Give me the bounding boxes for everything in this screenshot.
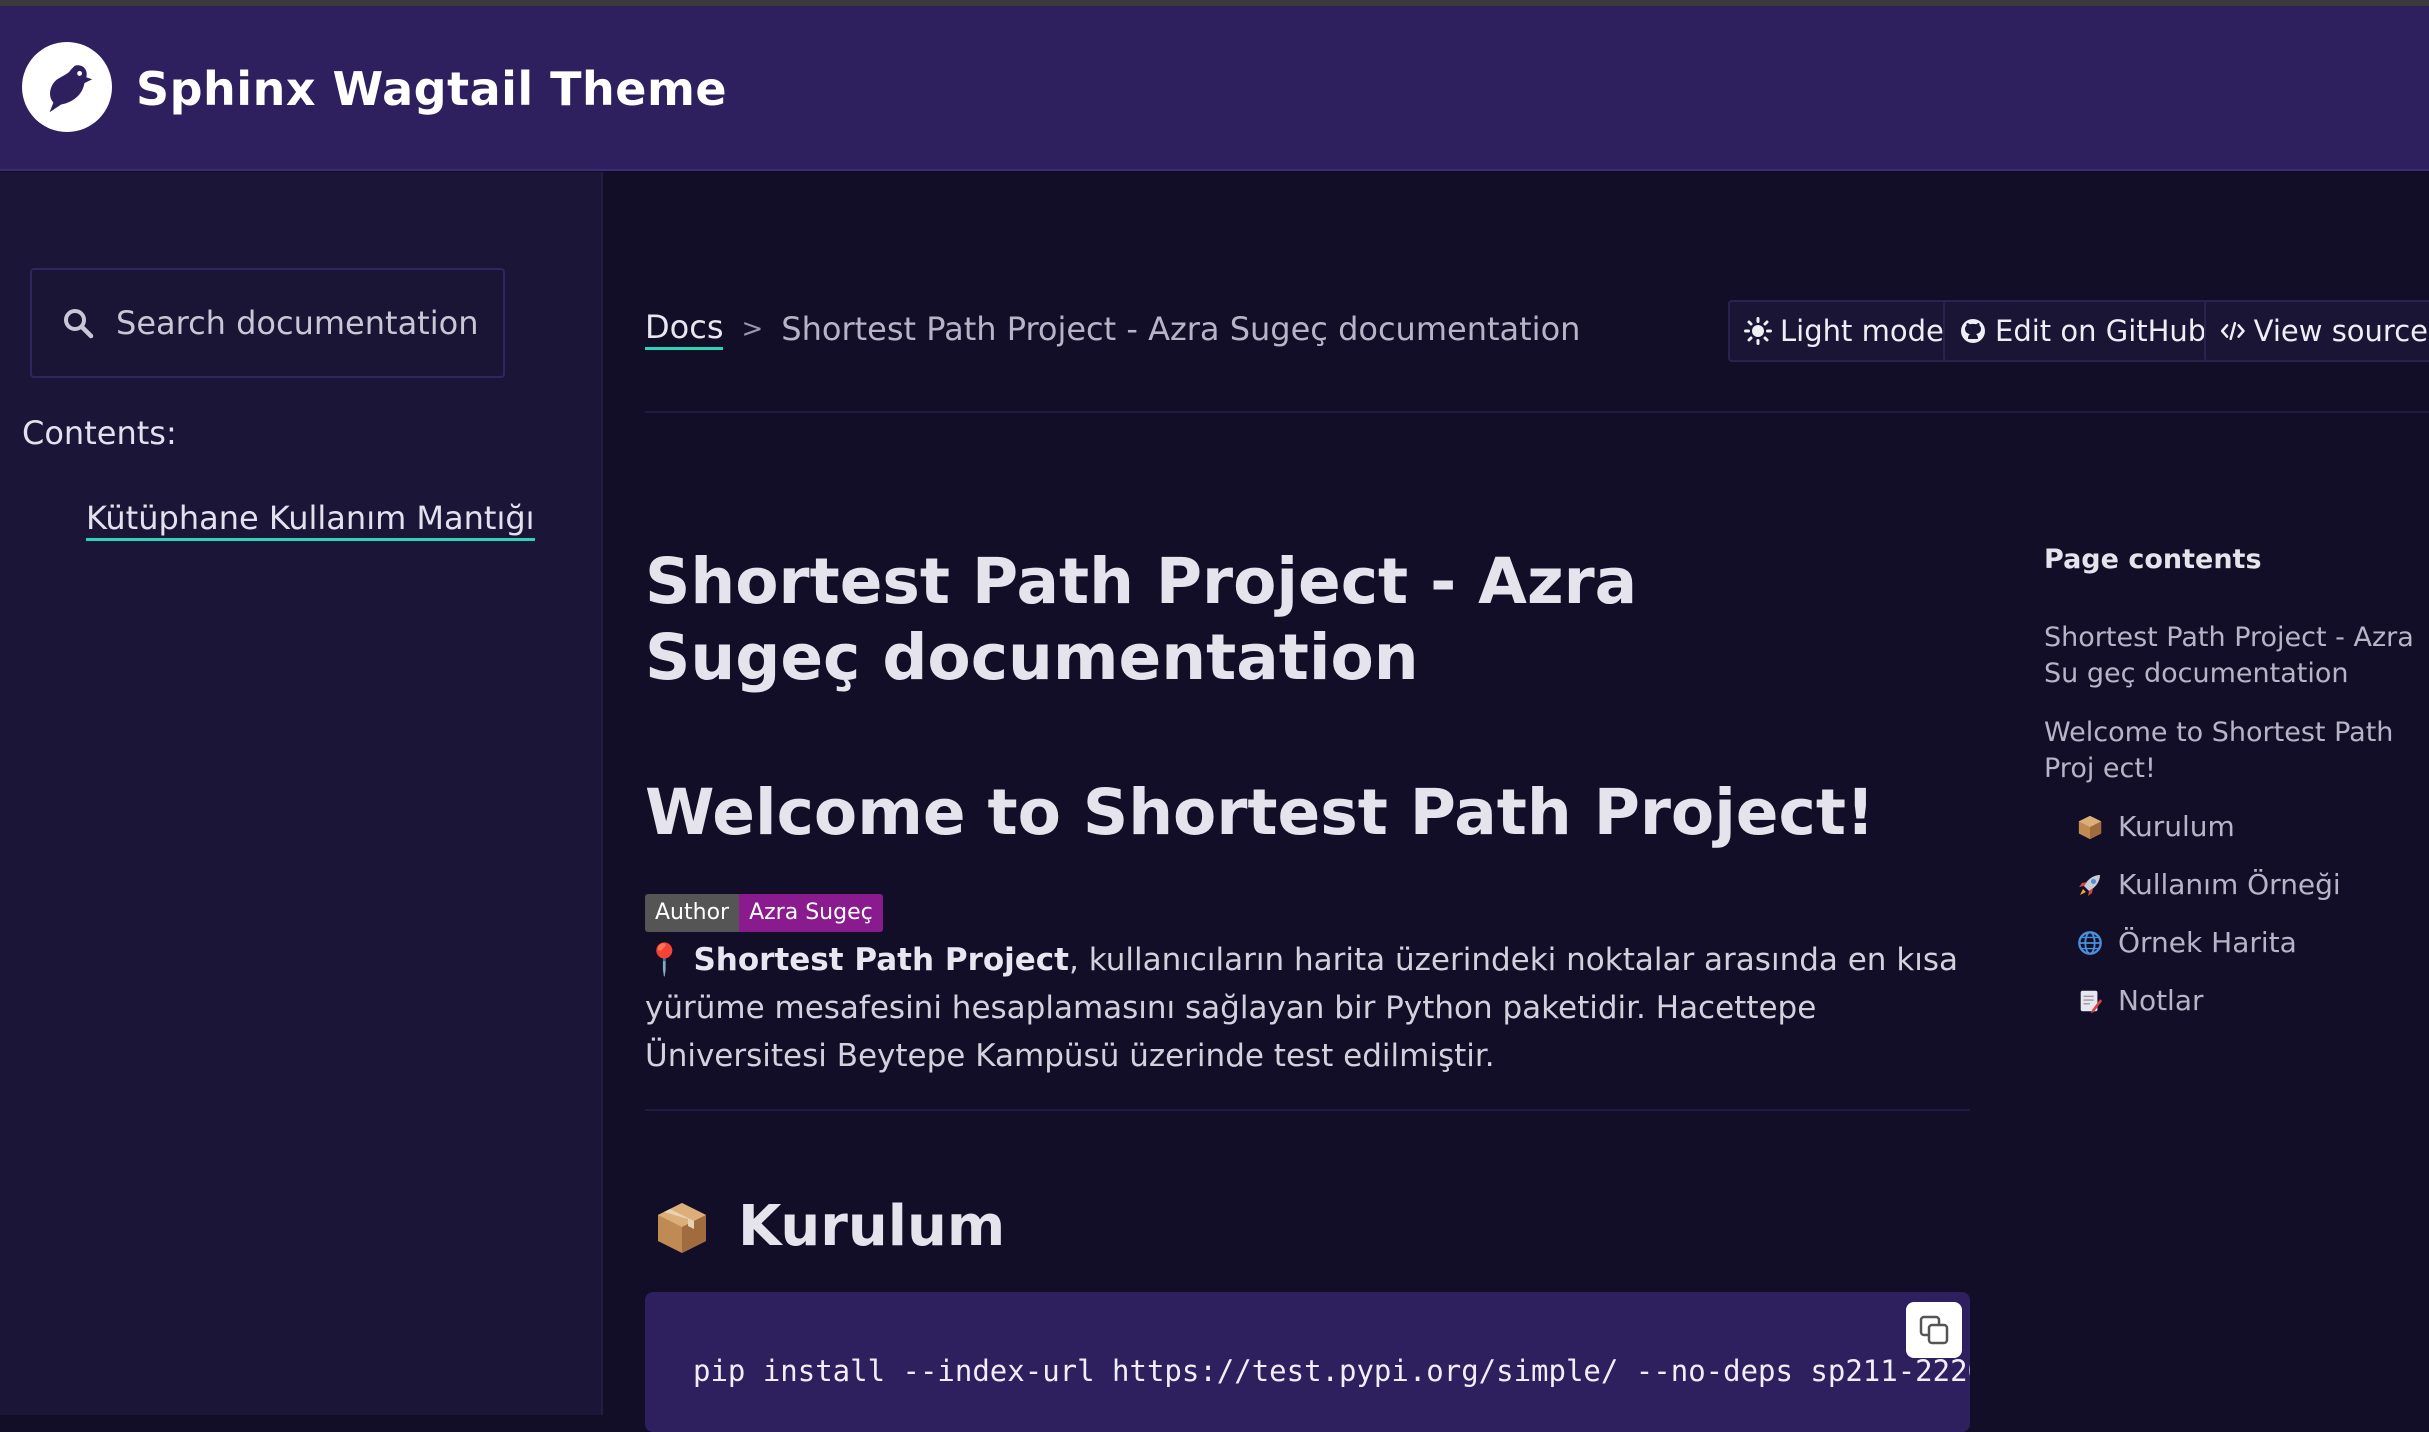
author-badge-label: Author <box>645 894 740 932</box>
install-heading-text: Kurulum <box>738 1194 1006 1259</box>
author-badge-value: Azra Sugeç <box>739 894 883 932</box>
search-placeholder: Search documentation <box>116 304 479 342</box>
toc-item-title[interactable]: Shortest Path Project - Azra Su geç docu… <box>2044 620 2424 692</box>
pin-icon: 📍 <box>645 942 684 978</box>
install-command[interactable]: pip install --index-url https://test.pyp… <box>693 1354 1970 1388</box>
search-icon <box>64 309 94 339</box>
install-code-block[interactable]: pip install --index-url https://test.pyp… <box>645 1292 1970 1432</box>
memo-icon <box>2076 987 2104 1015</box>
sidebar-item-kutuphane[interactable]: Kütüphane Kullanım Mantığı <box>86 499 535 541</box>
search-input[interactable]: Search documentation <box>30 268 505 378</box>
copy-button[interactable] <box>1906 1302 1962 1358</box>
breadcrumb: Docs > Shortest Path Project - Azra Suge… <box>645 308 1580 350</box>
intro-bold: Shortest Path Project <box>693 942 1069 978</box>
copy-icon <box>1919 1315 1949 1345</box>
package-icon <box>658 1202 706 1253</box>
breadcrumb-current: Shortest Path Project - Azra Sugeç docum… <box>781 310 1581 348</box>
wagtail-bird-icon[interactable] <box>22 42 112 132</box>
package-icon <box>2076 813 2104 841</box>
light-mode-label: Light mode <box>1780 314 1944 348</box>
toc-item-label: Notlar <box>2118 984 2204 1017</box>
rocket-icon <box>2076 871 2104 899</box>
install-heading: Kurulum <box>654 1194 1005 1259</box>
toc-item-notlar[interactable]: Notlar <box>2076 984 2204 1017</box>
main-content: Docs > Shortest Path Project - Azra Suge… <box>604 172 2429 1432</box>
toc-item-kullanim[interactable]: Kullanım Örneği <box>2076 868 2341 901</box>
breadcrumb-docs-link[interactable]: Docs <box>645 308 724 350</box>
sidebar: Search documentation Contents: Kütüphane… <box>0 172 603 1415</box>
page-contents-title: Page contents <box>2044 544 2262 575</box>
toc-item-kurulum[interactable]: Kurulum <box>2076 810 2235 843</box>
toc-item-label: Kullanım Örneği <box>2118 868 2341 901</box>
toc-item-welcome[interactable]: Welcome to Shortest Path Proj ect! <box>2044 715 2424 787</box>
intro-paragraph: 📍 Shortest Path Project, kullanıcıların … <box>645 936 1985 1080</box>
site-title[interactable]: Sphinx Wagtail Theme <box>136 62 727 116</box>
page-title: Shortest Path Project - Azra Sugeç docum… <box>645 545 1638 694</box>
site-header: Sphinx Wagtail Theme <box>0 6 2429 171</box>
author-badge: Author Azra Sugeç <box>645 894 883 932</box>
welcome-heading: Welcome to Shortest Path Project! <box>645 776 1875 849</box>
contents-label: Contents: <box>22 414 177 452</box>
github-icon <box>1961 319 1985 343</box>
toc-item-label: Örnek Harita <box>2118 926 2297 959</box>
toc-item-label: Kurulum <box>2118 810 2235 843</box>
page-contents: Page contents Shortest Path Project - Az… <box>2044 172 2429 1415</box>
globe-icon <box>2076 929 2104 957</box>
toc-item-ornek-harita[interactable]: Örnek Harita <box>2076 926 2297 959</box>
light-mode-button[interactable]: Light mode <box>1728 300 1960 362</box>
breadcrumb-separator: > <box>741 314 764 344</box>
section-divider <box>645 1109 1970 1111</box>
sun-icon <box>1744 317 1772 345</box>
